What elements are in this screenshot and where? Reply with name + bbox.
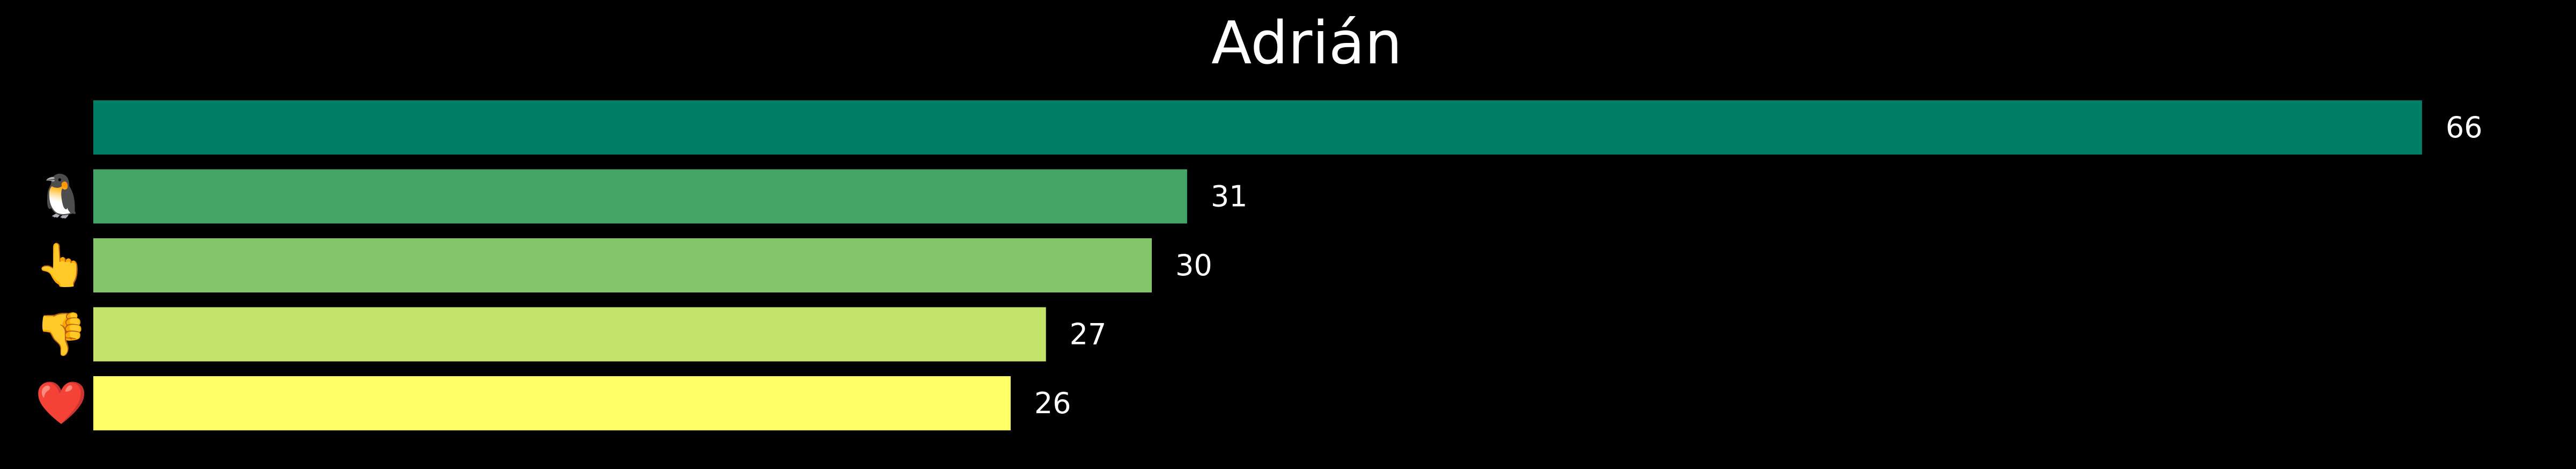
bar-thumbs-down: [93, 307, 1046, 362]
penguin-icon: 🐧: [35, 172, 87, 221]
chart-title: Adrián: [1211, 9, 1402, 77]
value-label: 26: [1034, 386, 1071, 420]
backhand-index-pointing-up-icon: 👆: [35, 241, 87, 290]
value-label: 27: [1070, 318, 1107, 351]
bar-penguin: [93, 169, 1187, 224]
thumbs-down-icon: 👎: [35, 310, 87, 358]
red-heart-icon: ❤️: [35, 379, 87, 428]
value-label: 66: [2446, 111, 2483, 144]
value-label: 30: [1175, 248, 1212, 282]
bar-red-heart: [93, 376, 1011, 430]
loudly-crying-face-icon: 😭: [36, 104, 85, 152]
value-label: 31: [1211, 180, 1248, 214]
emoji-bar-chart: Adrián 66 😭 31 🐧 30 👆 27 👎 26 ❤️: [0, 0, 2576, 469]
bar-backhand-index-pointing-up: [93, 238, 1152, 292]
bar-loudly-crying-face: [93, 100, 2422, 155]
